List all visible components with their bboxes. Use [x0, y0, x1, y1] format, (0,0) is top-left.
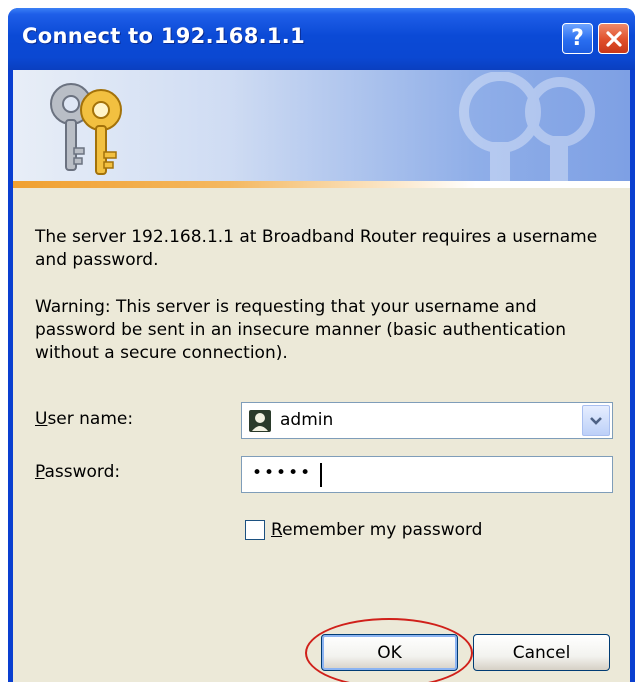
remember-password-option[interactable]: Remember my password [245, 520, 482, 540]
password-field[interactable]: ••••• [241, 456, 613, 493]
remember-label-accelerator: R [271, 520, 283, 540]
ok-button[interactable]: OK [321, 634, 458, 671]
user-icon [249, 410, 271, 432]
keys-watermark-icon [459, 72, 595, 188]
dialog-banner [13, 70, 630, 188]
server-message: The server 192.168.1.1 at Broadband Rout… [35, 227, 598, 270]
remember-password-checkbox[interactable] [245, 520, 265, 540]
chevron-down-icon [590, 416, 602, 425]
dialog-body: The server 192.168.1.1 at Broadband Rout… [13, 188, 630, 682]
help-icon: ? [571, 26, 584, 51]
password-label-text: assword: [44, 462, 121, 482]
username-label-accelerator: U [35, 409, 48, 429]
username-label: User name: [35, 409, 133, 429]
keys-icon [50, 83, 122, 175]
username-dropdown-button[interactable] [582, 405, 610, 436]
title-bar[interactable]: Connect to 192.168.1.1 ? [8, 8, 635, 70]
help-button[interactable]: ? [562, 23, 593, 54]
password-value: ••••• [252, 463, 313, 483]
password-label: Password: [35, 462, 120, 482]
cancel-button[interactable]: Cancel [473, 634, 610, 671]
password-label-accelerator: P [35, 462, 45, 482]
close-icon [605, 30, 622, 47]
window-title: Connect to 192.168.1.1 [22, 24, 305, 48]
banner-divider [13, 181, 630, 188]
window-border-right [630, 70, 635, 682]
text-cursor [320, 463, 322, 487]
warning-message: Warning: This server is requesting that … [35, 297, 566, 363]
username-combobox[interactable]: admin [241, 402, 613, 439]
remember-label-text: emember my password [282, 520, 483, 540]
remember-password-label: Remember my password [271, 520, 482, 540]
username-label-text: ser name: [47, 409, 134, 429]
login-dialog: Connect to 192.168.1.1 ? The server 192.… [8, 8, 635, 682]
username-value: admin [280, 410, 334, 430]
close-button[interactable] [598, 23, 629, 54]
